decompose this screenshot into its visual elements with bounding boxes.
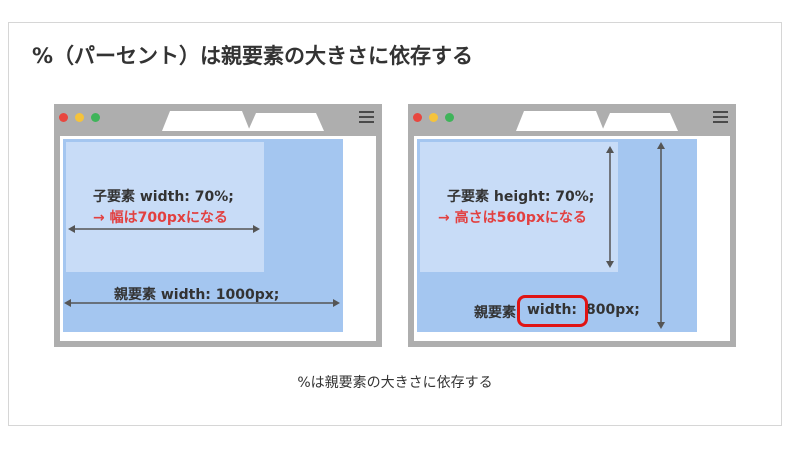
close-dot-icon [59, 113, 68, 122]
browser-viewport-left: 子要素 width: 70%; → 幅は700pxになる 親要素 width: … [60, 136, 376, 341]
child-height-arrow-head-top [606, 146, 614, 153]
browser-window-right: 子要素 height: 70%; → 高さは560pxになる 親要素 width… [408, 104, 736, 347]
width-arrows-left [64, 225, 340, 307]
minimize-dot-icon [429, 113, 438, 122]
child-width-arrow-head-left [68, 225, 75, 233]
child-height-arrow-head-bottom [606, 261, 614, 268]
maximize-dot-icon [445, 113, 454, 122]
browser-window-left: 子要素 width: 70%; → 幅は700pxになる 親要素 width: … [54, 104, 382, 347]
page-title: %（パーセント）は親要素の大きさに依存する [32, 44, 474, 68]
maximize-dot-icon [91, 113, 100, 122]
browser-tabs-left [162, 111, 324, 131]
browser-viewport-right: 子要素 height: 70%; → 高さは560pxになる 親要素 width… [414, 136, 730, 341]
parent-width-arrow-head-left [64, 299, 71, 307]
parent-height-arrow-head-bottom [657, 322, 665, 329]
child-width-arrow-head-right [253, 225, 260, 233]
menu-icon [359, 111, 374, 124]
close-dot-icon [413, 113, 422, 122]
parent-height-arrow-head-top [657, 142, 665, 149]
parent-width-arrow-head-right [333, 299, 340, 307]
minimize-dot-icon [75, 113, 84, 122]
figure-caption: %は親要素の大きさに依存する [297, 375, 493, 391]
menu-icon [713, 111, 728, 124]
browser-tabs-right [516, 111, 678, 131]
height-arrows-right [606, 142, 665, 329]
